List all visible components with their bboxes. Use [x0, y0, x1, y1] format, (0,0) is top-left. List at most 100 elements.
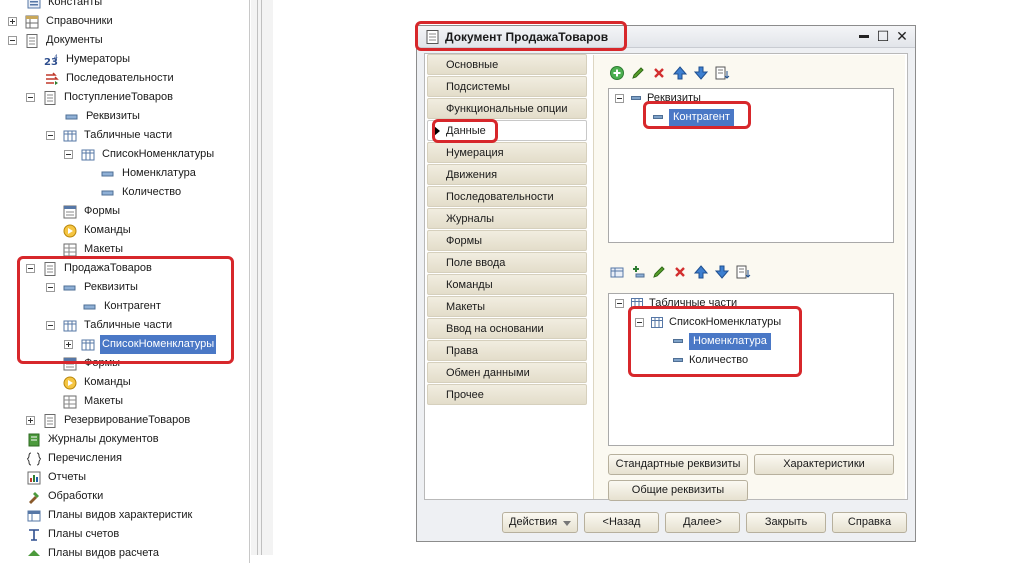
tree-item-nomenclature-list-selected[interactable]: СписокНоменклатуры	[64, 335, 217, 354]
arrow-down-icon	[693, 66, 709, 80]
tabular-section-nomenclature-list[interactable]: СписокНоменклатуры	[635, 313, 781, 331]
collapse-toggle[interactable]	[46, 283, 55, 292]
move-up-button[interactable]	[692, 263, 710, 281]
tree-item-reservation-goods[interactable]: РезервированиеТоваров	[26, 411, 192, 430]
tab-forms[interactable]: Формы	[427, 230, 587, 251]
tree-item-data-processors[interactable]: Обработки	[26, 487, 105, 506]
tab-data-exchange[interactable]: Обмен данными	[427, 362, 587, 383]
tree-item-constants[interactable]: Константы	[26, 0, 104, 12]
tree-item-attributes[interactable]: Реквизиты	[64, 107, 142, 126]
collapse-toggle[interactable]	[46, 321, 55, 330]
move-down-button[interactable]	[713, 263, 731, 281]
tab-rights[interactable]: Права	[427, 340, 587, 361]
tabular-item-nomenclature[interactable]: Номенклатура	[673, 332, 771, 350]
delete-button[interactable]	[671, 263, 689, 281]
back-button[interactable]: <Назад	[584, 512, 659, 533]
tree-item-calculation-types[interactable]: Планы видов расчета	[26, 544, 161, 563]
help-button[interactable]: Справка	[832, 512, 907, 533]
collapse-toggle[interactable]	[635, 317, 644, 327]
tree-item-label: Нумераторы	[66, 53, 131, 65]
tabular-root-label: Табличные части	[649, 297, 738, 309]
window-titlebar[interactable]: Документ ПродажаТоваров ▬ ☐ ✕	[417, 26, 915, 48]
tree-item-templates[interactable]: Макеты	[62, 392, 125, 411]
edit-button[interactable]	[629, 64, 647, 82]
splitter[interactable]	[251, 0, 273, 555]
tree-item-commands[interactable]: Команды	[62, 221, 133, 240]
delete-button[interactable]	[650, 64, 668, 82]
sort-button[interactable]	[713, 64, 731, 82]
tree-item-document-journals[interactable]: Журналы документов	[26, 430, 161, 449]
add-tabular-button[interactable]	[608, 263, 626, 281]
sort-icon	[715, 66, 730, 80]
tabular-root[interactable]: Табличные части	[615, 294, 737, 312]
tree-item-sale-goods[interactable]: ПродажаТоваров	[26, 259, 154, 278]
tree-item-catalogs[interactable]: Справочники	[8, 12, 115, 31]
tree-item-label: Контрагент	[104, 300, 161, 312]
tab-main[interactable]: Основные	[427, 54, 587, 75]
tab-sequences[interactable]: Последовательности	[427, 186, 587, 207]
collapse-toggle[interactable]	[26, 93, 35, 102]
tree-item-charts-of-accounts[interactable]: Планы счетов	[26, 525, 121, 544]
common-attributes-button[interactable]: Общие реквизиты	[608, 480, 748, 501]
attribute-item-counterparty[interactable]: Контрагент	[653, 108, 734, 126]
collapse-toggle[interactable]	[8, 36, 17, 45]
attributes-root[interactable]: Реквизиты	[615, 89, 701, 107]
calculation-types-icon	[28, 549, 40, 556]
tab-journals[interactable]: Журналы	[427, 208, 587, 229]
tab-input-field[interactable]: Поле ввода	[427, 252, 587, 273]
tree-item-enumerations[interactable]: Перечисления	[26, 449, 124, 468]
tab-data[interactable]: Данные	[427, 120, 587, 141]
tree-item-sequences[interactable]: Последовательности	[44, 69, 176, 88]
collapse-toggle[interactable]	[615, 298, 624, 308]
sort-button[interactable]	[734, 263, 752, 281]
tree-item-templates[interactable]: Макеты	[62, 240, 125, 259]
tree-item-characteristic-types[interactable]: Планы видов характеристик	[26, 506, 194, 525]
tree-item-quantity[interactable]: Количество	[100, 183, 183, 202]
tab-other[interactable]: Прочее	[427, 384, 587, 405]
add-column-button[interactable]	[629, 263, 647, 281]
tree-item-counterparty[interactable]: Контрагент	[82, 297, 163, 316]
tree-item-numerators[interactable]: 23 4 Нумераторы	[44, 50, 132, 69]
expand-toggle[interactable]	[26, 416, 35, 425]
add-button[interactable]	[608, 64, 626, 82]
tabular-item-quantity[interactable]: Количество	[673, 351, 748, 369]
collapse-toggle[interactable]	[26, 264, 35, 273]
tree-item-forms[interactable]: Формы	[62, 354, 122, 373]
close-button[interactable]: Закрыть	[746, 512, 826, 533]
tree-item-nomenclature-list[interactable]: СписокНоменклатуры	[64, 145, 216, 164]
tree-item-documents[interactable]: Документы	[8, 31, 105, 50]
collapse-toggle[interactable]	[46, 131, 55, 140]
characteristics-button[interactable]: Характеристики	[754, 454, 894, 475]
tree-item-receipt-goods[interactable]: ПоступлениеТоваров	[26, 88, 175, 107]
maximize-button[interactable]: ☐	[875, 28, 891, 44]
move-up-button[interactable]	[671, 64, 689, 82]
tree-item-reports[interactable]: Отчеты	[26, 468, 88, 487]
collapse-toggle[interactable]	[64, 150, 73, 159]
tree-item-commands[interactable]: Команды	[62, 373, 133, 392]
tree-item-nomenclature[interactable]: Номенклатура	[100, 164, 198, 183]
minimize-button[interactable]: ▬	[856, 28, 872, 44]
expand-toggle[interactable]	[8, 17, 17, 26]
tab-label: Основные	[446, 59, 499, 71]
close-window-button[interactable]: ✕	[894, 28, 910, 44]
move-down-button[interactable]	[692, 64, 710, 82]
expand-toggle[interactable]	[64, 340, 73, 349]
tab-numbering[interactable]: Нумерация	[427, 142, 587, 163]
tree-item-forms[interactable]: Формы	[62, 202, 122, 221]
tab-input-by-base[interactable]: Ввод на основании	[427, 318, 587, 339]
next-button[interactable]: Далее>	[665, 512, 740, 533]
edit-button[interactable]	[650, 263, 668, 281]
tab-subsystems[interactable]: Подсистемы	[427, 76, 587, 97]
tabular-section-label: СписокНоменклатуры	[669, 316, 782, 328]
tree-item-tabular-parts[interactable]: Табличные части	[46, 316, 174, 335]
tab-functional-options[interactable]: Функциональные опции	[427, 98, 587, 119]
tab-templates[interactable]: Макеты	[427, 296, 587, 317]
standard-attributes-button[interactable]: Стандартные реквизиты	[608, 454, 748, 475]
tree-item-attributes[interactable]: Реквизиты	[46, 278, 140, 297]
actions-dropdown[interactable]: Действия	[502, 512, 578, 533]
tab-movements[interactable]: Движения	[427, 164, 587, 185]
tree-item-tabular-parts[interactable]: Табличные части	[46, 126, 174, 145]
configuration-tree: Константы Справочники Документы 23 4 Нуме…	[0, 0, 250, 563]
tab-commands[interactable]: Команды	[427, 274, 587, 295]
collapse-toggle[interactable]	[615, 93, 624, 103]
